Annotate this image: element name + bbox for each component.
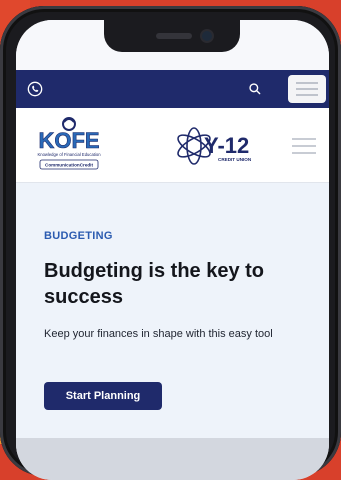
menu-button[interactable] [288, 75, 326, 103]
logo-menu-icon-line [292, 138, 316, 140]
main-content: BUDGETING Budgeting is the key to succes… [16, 202, 329, 442]
phone-button[interactable] [24, 78, 46, 100]
logo-menu-icon-line [292, 152, 316, 154]
start-planning-button[interactable]: Start Planning [44, 382, 162, 410]
search-button[interactable] [244, 78, 266, 100]
phone-screen: KOFE Knowledge of Financial Education Co… [16, 20, 329, 480]
phone-frame: KOFE Knowledge of Financial Education Co… [0, 6, 341, 480]
kofe-logo-name: KOFE [38, 128, 99, 153]
search-icon [249, 83, 261, 95]
kofe-logo[interactable]: KOFE Knowledge of Financial Education Co… [26, 114, 112, 176]
top-nav-bar [16, 70, 329, 108]
hero-card: BUDGETING Budgeting is the key to succes… [26, 210, 319, 440]
hero-eyebrow: BUDGETING [44, 230, 113, 242]
y12-logo-sub: CREDIT UNION [218, 157, 252, 162]
logo-menu-icon-line [292, 145, 316, 147]
phone-notch [104, 20, 240, 52]
footer-band [16, 438, 329, 480]
kofe-logo-partner: CommunicationCredit [45, 163, 93, 168]
hamburger-icon-line [296, 88, 318, 90]
logo-menu-icon[interactable] [292, 138, 316, 154]
logo-bar: KOFE Knowledge of Financial Education Co… [16, 108, 329, 183]
camera-icon [202, 31, 212, 41]
phone-icon [27, 81, 43, 97]
y12-logo-name: Y-12 [204, 133, 249, 158]
hero-description: Keep your finances in shape with this ea… [44, 328, 273, 340]
speaker-grille [156, 33, 192, 39]
hamburger-icon [296, 82, 318, 84]
hamburger-icon-line [296, 94, 318, 96]
kofe-logo-tagline: Knowledge of Financial Education [37, 152, 101, 157]
hero-headline: Budgeting is the key to success [44, 260, 265, 308]
y12-logo[interactable]: Y-12 CREDIT UNION [174, 126, 284, 166]
